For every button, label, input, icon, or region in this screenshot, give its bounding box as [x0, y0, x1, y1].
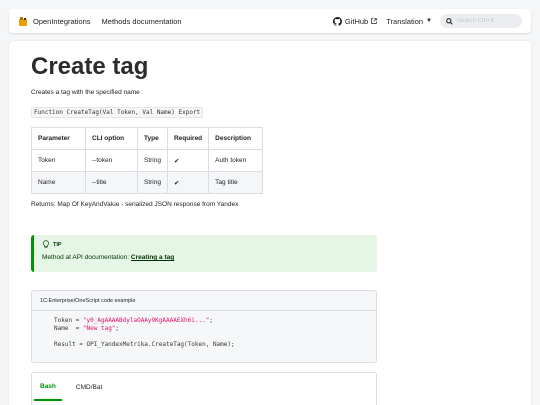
function-signature: Function CreateTag(Val Token, Val Name) …: [31, 107, 204, 118]
external-link-icon: [371, 18, 377, 24]
table-row: Token --token String ✔ Auth token: [31, 149, 264, 172]
cell-description: Tag title: [208, 171, 264, 194]
cell-parameter: Name: [31, 171, 86, 194]
header-description: Description: [208, 127, 264, 150]
tip-heading: TIP: [42, 240, 369, 249]
tab-bash[interactable]: Bash: [34, 373, 62, 401]
search-box[interactable]: [440, 14, 522, 28]
code-token: ;: [115, 325, 120, 332]
api-doc-link[interactable]: Creating a tag: [131, 254, 174, 261]
lightbulb-icon: [43, 240, 49, 249]
code-token: ;: [209, 317, 213, 324]
search-input[interactable]: [457, 18, 517, 24]
header-cli-option: CLI option: [85, 127, 138, 150]
cell-required: ✔: [166, 149, 210, 172]
header-type: Type: [137, 127, 168, 150]
tip-label: TIP: [53, 241, 62, 248]
code-token: Token =: [54, 317, 83, 324]
code-line: Result = OPI_YandexMetrika.CreateTag(Tok…: [54, 341, 235, 348]
returns-text: Returns: Map Of KeyAndValue - serialized…: [31, 201, 239, 208]
code-token: Name =: [54, 325, 83, 332]
tip-admonition: TIP Method at API documentation: Creatin…: [31, 235, 377, 272]
cell-parameter: Token: [31, 149, 86, 172]
methods-docs-link[interactable]: Methods documentation: [102, 17, 182, 26]
header-required: Required: [166, 127, 210, 150]
github-link[interactable]: GitHub: [332, 16, 377, 26]
top-navbar: OpenIntegrations Methods documentation G…: [9, 9, 531, 33]
table-row: Name --title String ✔ Tag title: [31, 171, 264, 194]
tab-cmd-bat[interactable]: CMD/Bat: [76, 373, 102, 401]
caret-down-icon: ▼: [426, 18, 432, 24]
tab-list: Bash CMD/Bat: [32, 373, 376, 401]
tip-body: Method at API documentation: Creating a …: [42, 254, 369, 261]
table-header-row: Parameter CLI option Type Required Descr…: [31, 127, 264, 150]
cell-type: String: [137, 149, 168, 172]
translation-dropdown[interactable]: Translation ▼: [386, 17, 432, 26]
code-example-block: 1C:Enterprise/OneScript code example Tok…: [31, 290, 377, 363]
tip-text: Method at API documentation:: [42, 254, 131, 261]
method-description: Creates a tag with the specified name: [31, 89, 140, 96]
logo-icon[interactable]: [18, 16, 28, 27]
doc-content: Create tag Creates a tag with the specif…: [9, 41, 531, 405]
code-content[interactable]: Token = "y0_AgAAAABdylaOAAy9KgAAAAEXh6i.…: [32, 311, 376, 355]
search-icon: [446, 17, 453, 25]
params-table: Parameter CLI option Type Required Descr…: [31, 127, 264, 194]
code-string: "y0_AgAAAABdylaOAAy9KgAAAAEXh6i...": [82, 317, 210, 324]
cell-cli-option: --title: [85, 171, 138, 194]
page-title: Create tag: [31, 53, 149, 80]
code-example-title: 1C:Enterprise/OneScript code example: [32, 291, 376, 311]
cell-required: ✔: [166, 171, 210, 194]
cell-cli-option: --token: [85, 149, 138, 172]
cell-type: String: [137, 171, 168, 194]
header-parameter: Parameter: [31, 127, 86, 150]
github-label: GitHub: [344, 16, 369, 26]
brand-link[interactable]: OpenIntegrations: [33, 17, 91, 26]
translation-label: Translation: [386, 16, 424, 26]
github-icon: [332, 16, 342, 26]
code-string: "New tag": [82, 325, 116, 332]
cli-tabs-block: Bash CMD/Bat: [31, 372, 377, 405]
cell-description: Auth token: [208, 149, 264, 172]
